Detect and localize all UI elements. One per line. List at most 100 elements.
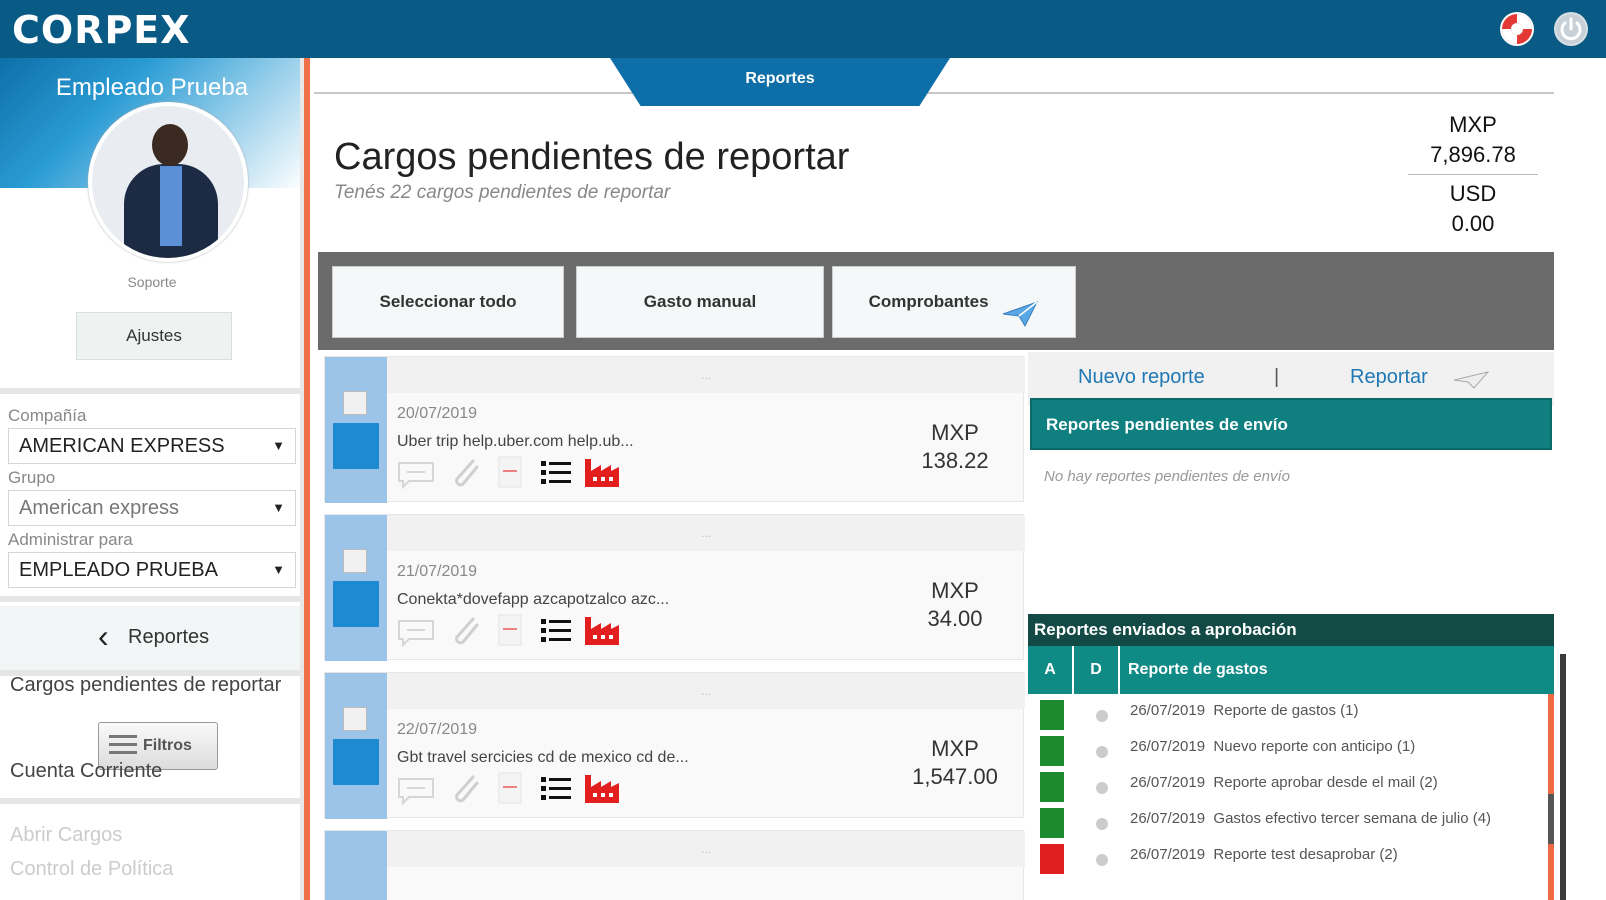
compania-select[interactable]: AMERICAN EXPRESS ▼ [8, 428, 296, 464]
power-icon[interactable] [1554, 12, 1588, 46]
sent-list-scrollbar[interactable] [1548, 694, 1554, 900]
document-icon[interactable] [491, 771, 529, 805]
employee-name: Empleado Prueba [55, 74, 249, 101]
paperclip-icon[interactable] [445, 455, 483, 489]
lifebuoy-icon[interactable] [1500, 12, 1534, 46]
column-d[interactable]: D [1074, 646, 1120, 694]
compania-value: AMERICAN EXPRESS [19, 435, 225, 457]
comment-icon[interactable] [397, 455, 435, 489]
reportar-link[interactable]: Reportar [1350, 366, 1428, 389]
sidebar-item-cuenta-corriente[interactable]: Cuenta Corriente [10, 760, 162, 783]
list-item[interactable]: 26/07/2019 Reporte de gastos (1) [1028, 696, 1554, 732]
list-item[interactable]: 26/07/2019 Reporte test desaprobar (2) [1028, 840, 1554, 876]
total-currency-usd: USD [1449, 181, 1497, 206]
separator: | [1274, 366, 1280, 388]
divider [0, 798, 300, 804]
tab-reportes[interactable]: Reportes [610, 58, 950, 106]
report-name: Reporte aprobar desde el mail (2) [1213, 774, 1438, 791]
paperclip-icon[interactable] [445, 613, 483, 647]
chevron-left-icon: ‹ [98, 618, 109, 654]
grupo-select[interactable]: American express ▼ [8, 490, 296, 526]
charge-card[interactable]: ... 22/07/2019 Gbt travel sercicies cd d… [324, 672, 1025, 819]
status-badge [1040, 844, 1064, 874]
charge-checkbox[interactable] [343, 391, 367, 415]
paper-plane-icon [1001, 288, 1039, 327]
list-icon[interactable] [537, 455, 575, 489]
dropdown-arrow-icon: ▼ [272, 500, 285, 515]
charge-card[interactable]: ... 20/07/2019 Uber trip help.uber.com h… [324, 356, 1025, 503]
charge-card[interactable]: ... [324, 830, 1025, 900]
charge-currency: MXP [931, 578, 979, 603]
charge-description: Gbt travel sercicies cd de mexico cd de.… [397, 749, 689, 766]
status-dot-icon [1096, 710, 1108, 722]
grupo-value: American express [19, 497, 180, 519]
filtros-label: Filtros [143, 737, 192, 754]
reportes-nav-label: Reportes [128, 626, 210, 648]
factory-icon[interactable] [583, 455, 621, 489]
total-amount-usd: 0.00 [1451, 211, 1495, 236]
admin-select[interactable]: EMPLEADO PRUEBA ▼ [8, 552, 296, 588]
filter-icon [109, 735, 137, 757]
status-dot-icon [1096, 818, 1108, 830]
corpex-logo[interactable]: CORPEX [12, 8, 191, 52]
charge-checkbox[interactable] [343, 549, 367, 573]
employee-role: Soporte [127, 274, 177, 290]
admin-value: EMPLEADO PRUEBA [19, 559, 218, 581]
sidebar-item-control-politica[interactable]: Control de Política [10, 858, 173, 881]
dropdown-arrow-icon: ▼ [272, 562, 285, 577]
status-dot-icon [1096, 782, 1108, 794]
charge-checkbox[interactable] [343, 707, 367, 731]
amex-card-icon [333, 739, 379, 785]
list-icon[interactable] [537, 613, 575, 647]
report-name: Nuevo reporte con anticipo (1) [1213, 738, 1416, 755]
amex-card-icon [333, 423, 379, 469]
list-item[interactable]: 26/07/2019 Reporte aprobar desde el mail… [1028, 768, 1554, 804]
charge-amount: MXP 1,547.00 [895, 735, 1015, 791]
comment-icon[interactable] [397, 771, 435, 805]
sidebar-item-cargos[interactable]: Cargos pendientes de reportar [10, 674, 281, 697]
card-header-strip: ... [387, 357, 1025, 393]
status-dot-icon [1096, 854, 1108, 866]
paper-plane-icon[interactable] [1452, 364, 1490, 394]
list-icon[interactable] [537, 771, 575, 805]
report-date: 26/07/2019 [1130, 846, 1206, 863]
amex-card-icon [333, 581, 379, 627]
ajustes-button[interactable]: Ajustes [76, 312, 232, 360]
pending-reports-empty: No hay reportes pendientes de envío [1044, 468, 1290, 485]
sidebar-item-abrir-cargos[interactable]: Abrir Cargos [10, 824, 122, 847]
comprobantes-label: Comprobantes [868, 292, 989, 311]
pending-reports-header: Reportes pendientes de envío [1030, 398, 1552, 450]
report-date: 26/07/2019 [1130, 774, 1206, 791]
report-date: 26/07/2019 [1130, 702, 1206, 719]
nuevo-reporte-link[interactable]: Nuevo reporte [1078, 366, 1205, 389]
grupo-label: Grupo [8, 468, 56, 487]
column-reporte[interactable]: Reporte de gastos [1128, 646, 1268, 694]
document-icon[interactable] [491, 455, 529, 489]
compania-label: Compañía [8, 406, 87, 425]
comprobantes-button[interactable]: Comprobantes [832, 266, 1076, 338]
dropdown-arrow-icon: ▼ [272, 438, 285, 453]
charge-date: 20/07/2019 [397, 405, 478, 422]
divider [0, 596, 300, 602]
paperclip-icon[interactable] [445, 771, 483, 805]
list-item[interactable]: 26/07/2019 Nuevo reporte con anticipo (1… [1028, 732, 1554, 768]
charge-value: 138.22 [921, 448, 989, 473]
charge-card[interactable]: ... 21/07/2019 Conekta*dovefapp azcapotz… [324, 514, 1025, 661]
factory-icon[interactable] [583, 613, 621, 647]
column-a[interactable]: A [1028, 646, 1074, 694]
charge-date: 21/07/2019 [397, 563, 478, 580]
factory-icon[interactable] [583, 771, 621, 805]
select-all-button[interactable]: Seleccionar todo [332, 266, 564, 338]
report-name: Reporte test desaprobar (2) [1213, 846, 1398, 863]
charge-currency: MXP [931, 736, 979, 761]
reportes-back-nav[interactable]: ‹ Reportes [0, 606, 300, 670]
manual-expense-button[interactable]: Gasto manual [576, 266, 824, 338]
avatar[interactable] [88, 102, 248, 262]
list-item[interactable]: 26/07/2019 Gastos efectivo tercer semana… [1028, 804, 1554, 840]
document-icon[interactable] [491, 613, 529, 647]
charge-value: 1,547.00 [912, 764, 998, 789]
page-title: Cargos pendientes de reportar [334, 136, 850, 178]
sent-reports-header: Reportes enviados a aprobación [1028, 614, 1554, 646]
main-scrollbar[interactable] [1560, 654, 1566, 900]
comment-icon[interactable] [397, 613, 435, 647]
